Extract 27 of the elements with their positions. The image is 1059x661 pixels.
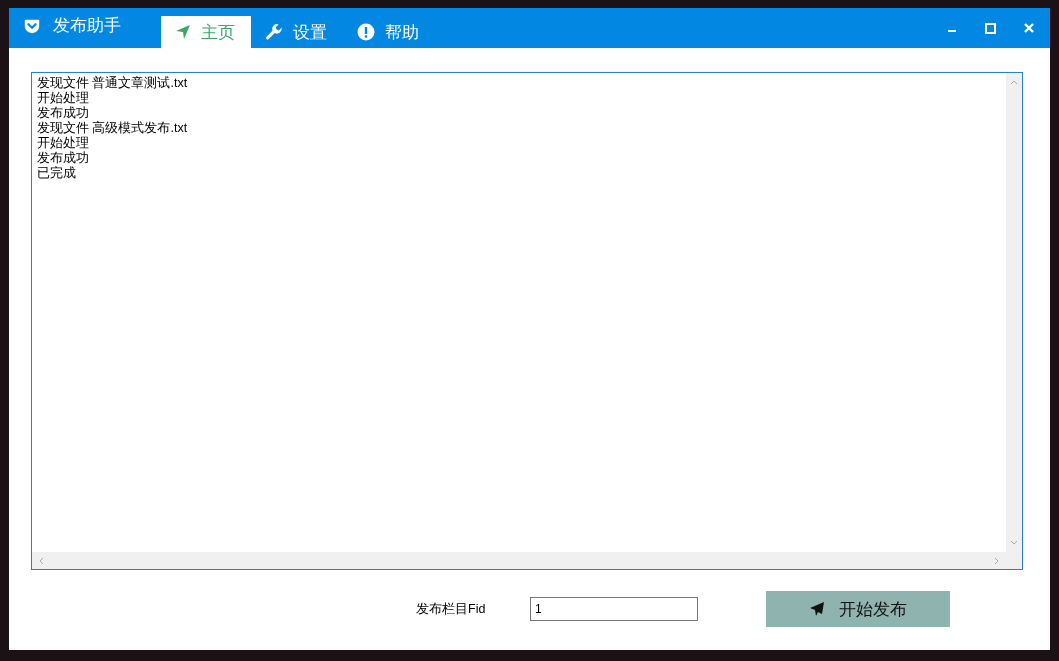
log-line: 已完成 <box>37 166 77 181</box>
fid-label: 发布栏目Fid <box>416 600 487 618</box>
fid-input[interactable]: 1 <box>530 597 698 621</box>
log-line: 发布成功 <box>37 106 90 121</box>
paper-plane-icon <box>809 601 825 617</box>
log-line: 发现文件 普通文章测试.txt <box>37 76 189 91</box>
log-line: 发现文件 高级模式发布.txt <box>37 121 189 136</box>
log-line: 开始处理 <box>37 136 90 151</box>
maximize-icon[interactable] <box>985 22 996 34</box>
tab[interactable]: 帮助 <box>343 16 435 48</box>
log-line: 开始处理 <box>37 91 90 106</box>
pocket-logo-icon <box>23 17 41 35</box>
scroll-left-icon[interactable] <box>38 556 44 565</box>
scroll-down-icon[interactable] <box>1010 540 1018 546</box>
close-icon[interactable] <box>1024 23 1034 33</box>
navigation-arrow-icon <box>175 24 191 40</box>
log-line: 发布成功 <box>37 151 90 166</box>
wrench-icon <box>265 23 283 41</box>
publish-button[interactable]: 开始发布 <box>766 591 950 627</box>
horizontal-scrollbar[interactable] <box>32 552 1022 569</box>
scroll-up-icon[interactable] <box>1010 79 1018 85</box>
window-title: 发布助手 <box>53 15 122 37</box>
tab[interactable]: 设置 <box>251 16 343 48</box>
scroll-right-icon[interactable] <box>994 556 1000 565</box>
exclamation-icon <box>357 23 375 41</box>
vertical-scrollbar[interactable] <box>1006 73 1022 552</box>
log-text-area[interactable]: 发现文件 普通文章测试.txt 开始处理 发布成功 发现文件 高级模式发布.txt 开始处理 发布成功 已完成 <box>31 72 1023 570</box>
